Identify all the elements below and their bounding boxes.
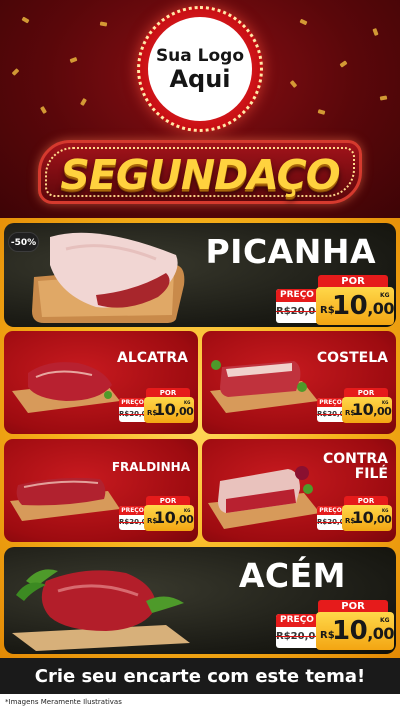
price-tag-contra-file: POR PREÇO R$20,00 R$ 10,00 KG bbox=[317, 496, 392, 532]
confetti-decoration bbox=[339, 60, 348, 68]
old-price-box: PREÇO R$20,00 bbox=[276, 289, 318, 323]
old-price-box: PREÇO R$20,00 bbox=[119, 398, 146, 422]
unit-label: KG bbox=[382, 508, 389, 513]
title-banner: SEGUNDAÇO bbox=[38, 140, 362, 204]
price-decimal: ,00 bbox=[367, 624, 395, 643]
confetti-decoration bbox=[21, 16, 30, 24]
product-card-acem: ACÉM POR PREÇO R$20,00 R$ 10,00 KG bbox=[4, 547, 396, 654]
confetti-decoration bbox=[299, 18, 308, 26]
product-card-alcatra: ALCATRA POR PREÇO R$20,00 R$ 10,00 KG bbox=[4, 331, 198, 434]
price-integer: 10 bbox=[352, 400, 374, 419]
confetti-decoration bbox=[80, 97, 87, 107]
preco-label: PREÇO bbox=[317, 398, 344, 407]
current-price-box: R$ 10,00 KG bbox=[144, 505, 194, 531]
confetti-decoration bbox=[372, 28, 379, 36]
banner-title: SEGUNDAÇO bbox=[60, 151, 340, 199]
unit-label: KG bbox=[382, 400, 389, 405]
costela-image bbox=[210, 360, 318, 413]
price-integer: 10 bbox=[332, 616, 368, 646]
confetti-decoration bbox=[379, 95, 388, 101]
product-card-fraldinha: FRALDINHA POR PREÇO R$20,00 R$ 10,00 KG bbox=[4, 439, 198, 542]
old-price: R$20,00 bbox=[276, 631, 318, 642]
preco-label: PREÇO bbox=[119, 398, 146, 407]
unit-label: KG bbox=[184, 400, 191, 405]
unit-label: KG bbox=[184, 508, 191, 513]
unit-label: KG bbox=[380, 617, 390, 624]
preco-label: PREÇO bbox=[276, 289, 318, 302]
current-price-box: R$ 10,00 KG bbox=[342, 397, 392, 423]
old-price: R$20,00 bbox=[119, 518, 146, 526]
confetti-decoration bbox=[40, 105, 47, 115]
old-price-box: PREÇO R$20,00 bbox=[276, 614, 318, 648]
contra-file-image bbox=[208, 466, 320, 529]
picanha-image bbox=[32, 232, 185, 323]
price-tag-alcatra: POR PREÇO R$20,00 R$ 10,00 KG bbox=[119, 388, 194, 424]
old-price-box: PREÇO R$20,00 bbox=[119, 506, 146, 530]
current-price-box: R$ 10,00 KG bbox=[342, 505, 392, 531]
flyer: Sua Logo Aqui SEGUNDAÇO PICANHA POR PREÇ… bbox=[0, 0, 400, 711]
unit-label: KG bbox=[380, 292, 390, 299]
confetti-decoration bbox=[11, 68, 20, 76]
old-price: R$20,00 bbox=[317, 518, 344, 526]
logo-badge: Sua Logo Aqui bbox=[137, 6, 263, 132]
product-card-costela: COSTELA POR PREÇO R$20,00 R$ 10,00 KG bbox=[202, 331, 396, 434]
logo-text-line1: Sua Logo bbox=[155, 45, 245, 66]
product-card-picanha: PICANHA POR PREÇO R$20,00 R$ 10,00 KG bbox=[4, 223, 396, 327]
current-price-box: R$ 10,00 KG bbox=[316, 287, 395, 325]
preco-label: PREÇO bbox=[276, 614, 318, 627]
price-decimal: ,00 bbox=[175, 513, 194, 526]
price-decimal: ,00 bbox=[373, 405, 392, 418]
logo-text-line2: Aqui bbox=[169, 64, 231, 93]
price-integer: 10 bbox=[352, 508, 374, 527]
price-integer: 10 bbox=[154, 400, 176, 419]
confetti-decoration bbox=[99, 21, 108, 27]
current-price-box: R$ 10,00 KG bbox=[144, 397, 194, 423]
alcatra-image bbox=[12, 362, 120, 413]
product-name-acem: ACÉM bbox=[238, 556, 346, 595]
product-name-line1: CONTRA bbox=[322, 451, 388, 467]
price-integer: 10 bbox=[154, 508, 176, 527]
fraldinha-image bbox=[10, 477, 120, 521]
price-tag-fraldinha: POR PREÇO R$20,00 R$ 10,00 KG bbox=[119, 496, 194, 532]
preco-label: PREÇO bbox=[119, 506, 146, 515]
confetti-decoration bbox=[69, 56, 78, 64]
logo-placeholder: Sua Logo Aqui bbox=[148, 17, 252, 121]
price-decimal: ,00 bbox=[367, 299, 395, 318]
product-name-alcatra: ALCATRA bbox=[117, 350, 188, 366]
price-tag-costela: POR PREÇO R$20,00 R$ 10,00 KG bbox=[317, 388, 392, 424]
price-integer: 10 bbox=[332, 291, 368, 321]
confetti-decoration bbox=[289, 80, 298, 88]
disclaimer-text: *Imagens Meramente Ilustrativas bbox=[5, 698, 122, 706]
product-name-fraldinha: FRALDINHA bbox=[111, 460, 190, 474]
price-decimal: ,00 bbox=[175, 405, 194, 418]
price-tag-picanha: POR PREÇO R$20,00 R$ 10,00 KG bbox=[276, 275, 395, 327]
current-price-box: R$ 10,00 KG bbox=[316, 612, 395, 650]
product-name-line2: FILÉ bbox=[354, 465, 388, 482]
acem-image bbox=[12, 569, 190, 651]
old-price-box: PREÇO R$20,00 bbox=[317, 398, 344, 422]
old-price: R$20,00 bbox=[119, 410, 146, 418]
discount-badge: -50% bbox=[8, 232, 39, 252]
old-price: R$20,00 bbox=[317, 410, 344, 418]
old-price: R$20,00 bbox=[276, 306, 318, 317]
header-section: Sua Logo Aqui SEGUNDAÇO bbox=[0, 0, 400, 218]
old-price-box: PREÇO R$20,00 bbox=[317, 506, 344, 530]
product-name-costela: COSTELA bbox=[316, 350, 388, 366]
cta-text: Crie seu encarte com este tema! bbox=[34, 665, 366, 687]
product-card-contra-file: CONTRA FILÉ POR PREÇO R$20,00 R$ 10,00 K… bbox=[202, 439, 396, 542]
price-decimal: ,00 bbox=[373, 513, 392, 526]
preco-label: PREÇO bbox=[317, 506, 344, 515]
product-name-picanha: PICANHA bbox=[205, 232, 376, 271]
cta-bar: Crie seu encarte com este tema! bbox=[0, 658, 400, 694]
product-name-contra-file: CONTRA FILÉ bbox=[323, 452, 388, 481]
price-tag-acem: POR PREÇO R$20,00 R$ 10,00 KG bbox=[276, 600, 395, 652]
confetti-decoration bbox=[317, 109, 326, 115]
